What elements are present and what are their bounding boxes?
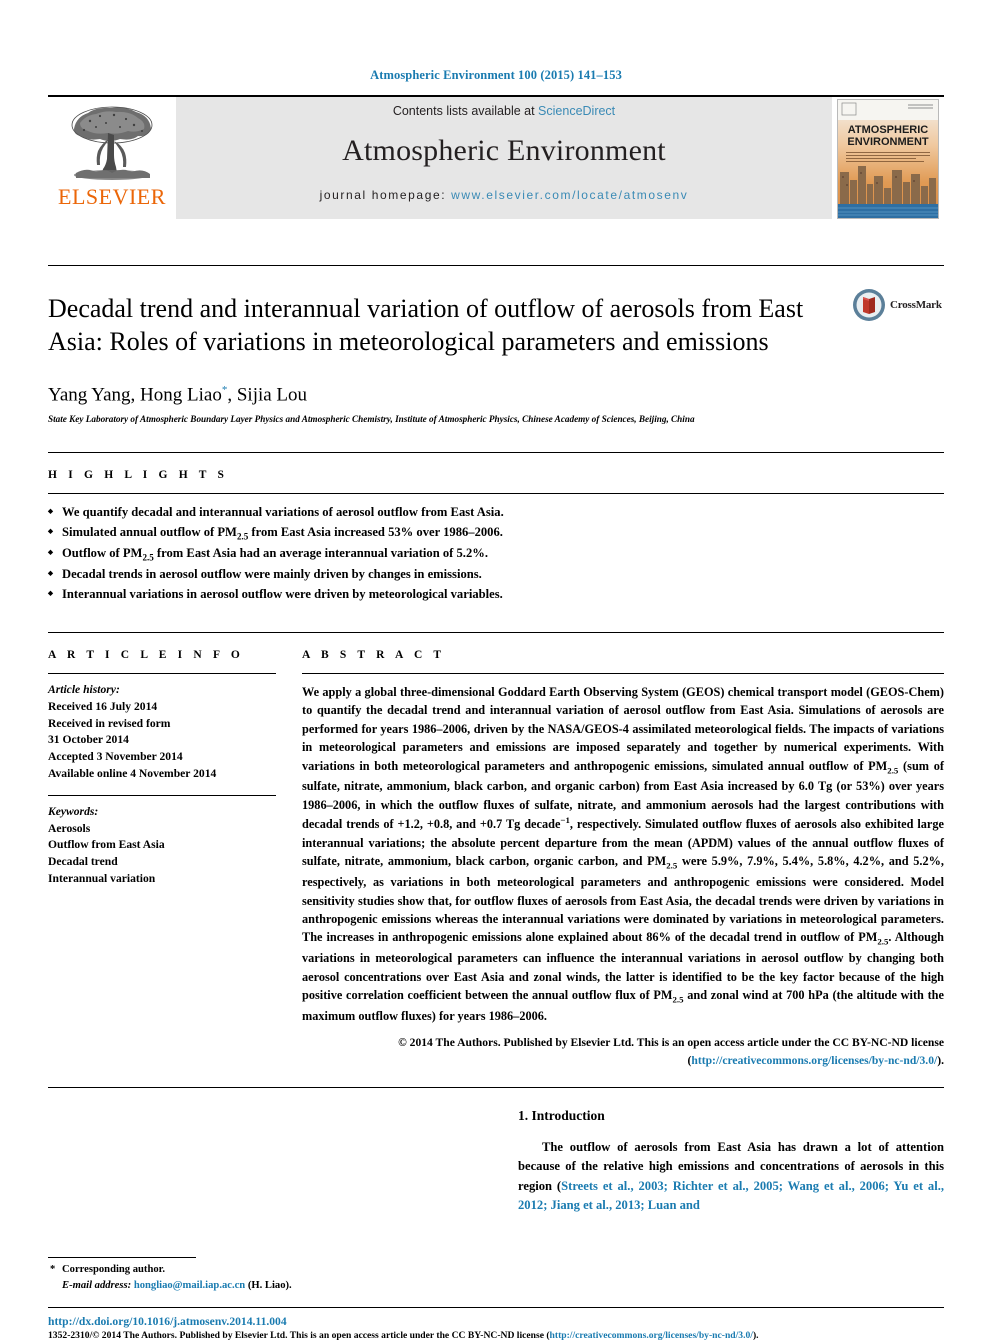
svg-text:ATMOSPHERIC: ATMOSPHERIC	[848, 124, 929, 136]
keyword-item: Outflow from East Asia	[48, 838, 165, 852]
info-abstract-section: A R T I C L E I N F O Article history: R…	[48, 632, 944, 1069]
article-history-label: Article history:	[48, 683, 120, 696]
article-info-column: A R T I C L E I N F O Article history: R…	[48, 649, 276, 1069]
list-item: Simulated annual outflow of PM2.5 from E…	[48, 523, 944, 544]
title-block: Decadal trend and interannual variation …	[48, 265, 944, 426]
highlight-text: Simulated annual outflow of PM2.5 from E…	[62, 524, 503, 542]
email-link[interactable]: hongliao@mail.iap.ac.cn	[134, 1280, 245, 1291]
corresponding-author-note: * Corresponding author. E-mail address: h…	[48, 1257, 468, 1293]
crossmark-icon	[853, 289, 885, 321]
journal-cover-image: ATMOSPHERIC ENVIRONMENT	[837, 99, 939, 219]
crossmark-badge[interactable]: CrossMark	[852, 288, 944, 322]
introduction-heading: 1. Introduction	[518, 1107, 605, 1123]
highlight-text: We quantify decadal and interannual vari…	[62, 505, 504, 520]
footnote-column: * Corresponding author. E-mail address: h…	[48, 1108, 478, 1293]
issn-copyright-line: 1352-2310/© 2014 The Authors. Published …	[48, 1330, 944, 1341]
abstract-copyright: © 2014 The Authors. Published by Elsevie…	[302, 1034, 944, 1069]
article-first-page: Atmospheric Environment 100 (2015) 141–1…	[0, 0, 992, 1341]
crossmark-label: CrossMark	[890, 299, 942, 311]
journal-title: Atmospheric Environment	[342, 134, 666, 167]
abstract-text: We apply a global three-dimensional Godd…	[302, 685, 944, 1023]
abstract-heading: A B S T R A C T	[302, 649, 446, 661]
running-head: Atmospheric Environment 100 (2015) 141–1…	[370, 68, 622, 82]
page-title: Decadal trend and interannual variation …	[48, 294, 804, 357]
abstract-column: A B S T R A C T We apply a global three-…	[302, 649, 944, 1069]
homepage-url-link[interactable]: www.elsevier.com/locate/atmosenv	[451, 188, 688, 202]
list-item: Outflow of PM2.5 from East Asia had an a…	[48, 544, 944, 565]
author-list: Yang Yang, Hong Liao*, Sijia Lou	[48, 384, 944, 406]
journal-band: Contents lists available at ScienceDirec…	[176, 97, 832, 219]
affiliation: State Key Laboratory of Atmospheric Boun…	[48, 414, 695, 425]
homepage-label: journal homepage:	[319, 188, 452, 202]
keywords-label: Keywords:	[48, 804, 99, 818]
highlights-rule	[48, 493, 944, 495]
highlights-section: H I G H L I G H T S We quantify decadal …	[48, 452, 944, 604]
introduction-paragraph: The outflow of aerosols from East Asia h…	[518, 1138, 944, 1216]
lower-columns: * Corresponding author. E-mail address: h…	[48, 1086, 944, 1293]
authors-primary: Yang Yang, Hong Liao	[48, 384, 222, 406]
corresponding-author-line: * Corresponding author.	[48, 1262, 468, 1277]
keyword-item: Decadal trend	[48, 855, 118, 869]
journal-masthead: ELSEVIER Contents lists available at Sci…	[48, 95, 944, 219]
email-line: E-mail address: hongliao@mail.iap.ac.cn …	[48, 1278, 468, 1293]
page-footer: http://dx.doi.org/10.1016/j.atmosenv.201…	[48, 1306, 944, 1341]
history-available-online: Available online 4 November 2014	[48, 766, 217, 780]
journal-cover: ATMOSPHERIC ENVIRONMENT	[832, 97, 944, 219]
history-revised-date: 31 October 2014	[48, 733, 129, 747]
history-accepted: Accepted 3 November 2014	[48, 750, 183, 764]
journal-homepage-line: journal homepage: www.elsevier.com/locat…	[320, 188, 689, 202]
email-owner: (H. Liao).	[247, 1279, 292, 1291]
highlights-heading: H I G H L I G H T S	[48, 469, 229, 482]
keyword-item: Aerosols	[48, 821, 91, 835]
highlight-text: Interannual variations in aerosol outflo…	[62, 586, 503, 601]
highlights-list: We quantify decadal and interannual vari…	[48, 503, 944, 604]
history-received: Received 16 July 2014	[48, 699, 158, 713]
cc-license-link[interactable]: http://creativecommons.org/licenses/by-n…	[691, 1054, 937, 1067]
authors-secondary: , Sijia Lou	[227, 384, 308, 406]
citation-links[interactable]: Streets et al., 2003; Richter et al., 20…	[518, 1179, 944, 1212]
introduction-column: 1. Introduction The outflow of aerosols …	[518, 1108, 944, 1293]
list-item: Decadal trends in aerosol outflow were m…	[48, 565, 944, 584]
doi-line: http://dx.doi.org/10.1016/j.atmosenv.201…	[48, 1315, 944, 1328]
keyword-item: Interannual variation	[48, 871, 156, 885]
elsevier-tree-icon	[71, 106, 153, 180]
article-info-rule	[48, 673, 276, 674]
svg-text:ENVIRONMENT: ENVIRONMENT	[847, 136, 929, 148]
contents-lists-line: Contents lists available at ScienceDirec…	[393, 104, 615, 118]
footer-cc-license-link[interactable]: http://creativecommons.org/licenses/by-n…	[550, 1330, 753, 1341]
history-revised-label: Received in revised form	[48, 716, 171, 730]
keywords-rule	[48, 794, 276, 796]
elsevier-wordmark: ELSEVIER	[58, 184, 166, 209]
corresponding-author-label: Corresponding author.	[62, 1264, 166, 1276]
email-label: E-mail address:	[62, 1279, 132, 1291]
highlight-text: Outflow of PM2.5 from East Asia had an a…	[62, 546, 488, 563]
issn-end: ).	[752, 1329, 759, 1341]
article-info-heading: A R T I C L E I N F O	[48, 649, 244, 661]
sciencedirect-link[interactable]: ScienceDirect	[538, 104, 615, 118]
doi-link[interactable]: http://dx.doi.org/10.1016/j.atmosenv.201…	[48, 1315, 287, 1328]
footnote-rule	[48, 1257, 196, 1259]
list-item: Interannual variations in aerosol outflo…	[48, 585, 944, 604]
elsevier-logo: ELSEVIER	[48, 97, 176, 219]
highlight-text: Decadal trends in aerosol outflow were m…	[62, 567, 482, 582]
abstract-rule	[302, 673, 944, 674]
asterisk-marker: *	[50, 1264, 56, 1276]
issn-text: 1352-2310/© 2014 The Authors. Published …	[48, 1329, 550, 1341]
copyright-end: ).	[937, 1053, 944, 1067]
contents-prefix: Contents lists available at	[392, 104, 539, 118]
list-item: We quantify decadal and interannual vari…	[48, 503, 944, 522]
